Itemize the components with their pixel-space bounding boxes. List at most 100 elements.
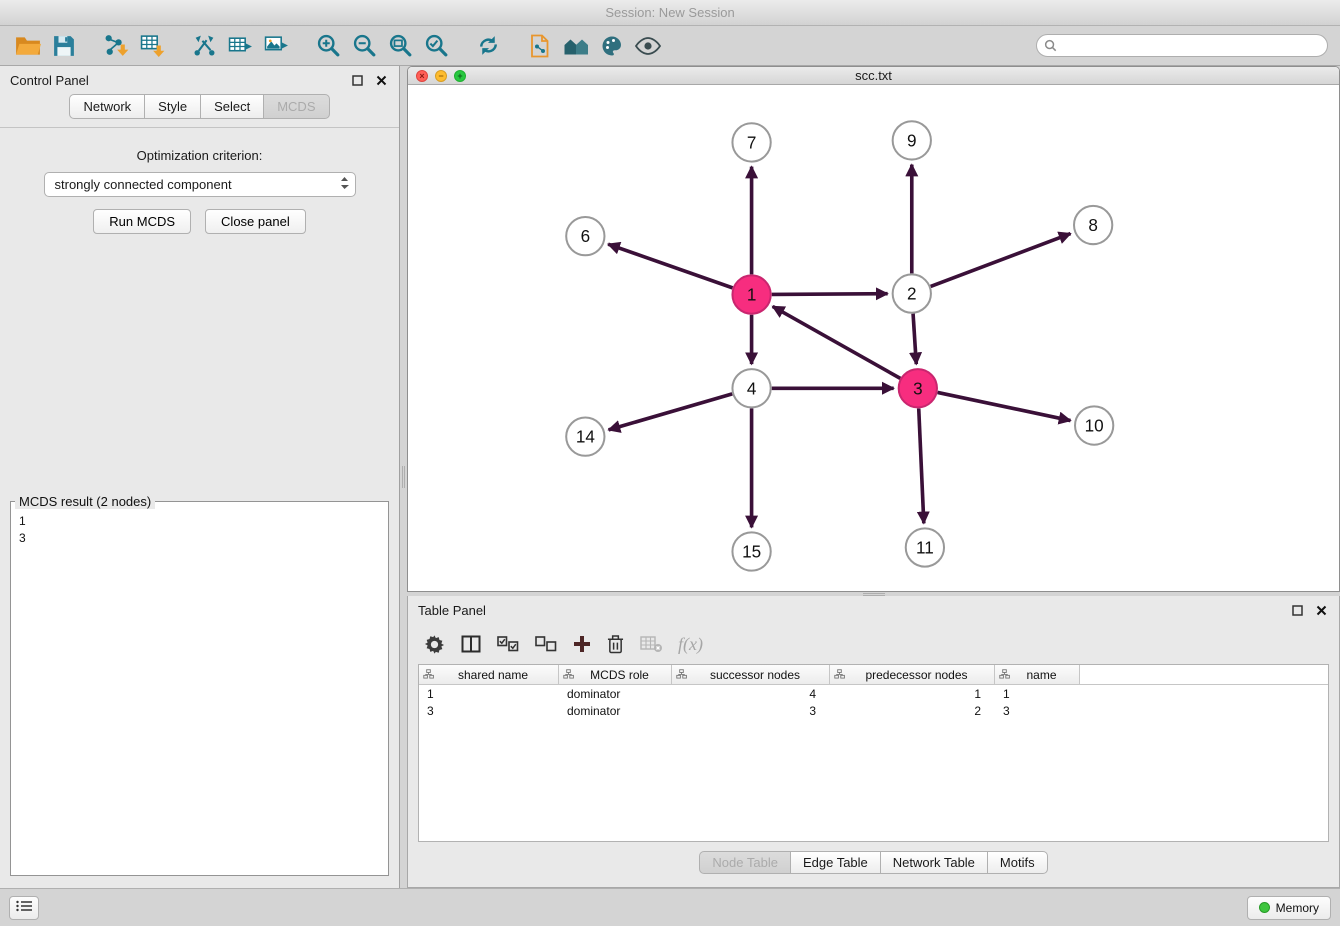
optimization-dropdown[interactable]: strongly connected component: [44, 172, 356, 197]
export-image-icon[interactable]: [260, 30, 292, 62]
deselect-all-icon[interactable]: [535, 636, 557, 652]
run-mcds-button[interactable]: Run MCDS: [93, 209, 191, 234]
column-header-shared-name[interactable]: shared name: [419, 665, 559, 684]
node-10[interactable]: 10: [1075, 407, 1113, 445]
import-network-icon[interactable]: [100, 30, 132, 62]
network-graph[interactable]: 7 9 6 8 1 2 4 3 14 10 15 11: [408, 85, 1339, 591]
window-title: Session: New Session: [605, 5, 734, 20]
first-neighbors-icon[interactable]: [524, 30, 556, 62]
tab-edge-table[interactable]: Edge Table: [790, 851, 880, 874]
zoom-in-icon[interactable]: [312, 30, 344, 62]
network-window-titlebar[interactable]: × − + scc.txt: [408, 67, 1339, 85]
style-paint-icon[interactable]: [596, 30, 628, 62]
add-column-icon[interactable]: [573, 635, 591, 653]
toolbar-icon-groups: [12, 30, 684, 62]
tab-motifs[interactable]: Motifs: [987, 851, 1048, 874]
node-7[interactable]: 7: [732, 123, 770, 161]
close-window-icon[interactable]: ×: [416, 70, 428, 82]
node-label: 7: [747, 134, 757, 153]
node-2[interactable]: 2: [893, 275, 931, 313]
network-canvas[interactable]: 7 9 6 8 1 2 4 3 14 10 15 11: [408, 85, 1339, 591]
mcds-result-box: MCDS result (2 nodes) 1 3: [10, 494, 389, 876]
tab-node-table[interactable]: Node Table: [699, 851, 790, 874]
delete-table-icon[interactable]: [640, 635, 662, 653]
search-input[interactable]: [1036, 34, 1328, 57]
tab-select[interactable]: Select: [200, 94, 263, 119]
maximize-window-icon[interactable]: +: [454, 70, 466, 82]
float-table-panel-icon[interactable]: [1289, 602, 1305, 618]
toolbar-group: [188, 30, 292, 62]
import-table-icon[interactable]: [136, 30, 168, 62]
edge-2-8[interactable]: [931, 234, 1071, 287]
new-table-icon[interactable]: [224, 30, 256, 62]
delete-column-icon[interactable]: [607, 634, 624, 654]
edge-1-6[interactable]: [608, 244, 732, 288]
column-header-mcds-role[interactable]: MCDS role: [559, 665, 672, 684]
vertical-splitter[interactable]: [400, 66, 407, 888]
float-panel-icon[interactable]: [349, 72, 365, 88]
edge-3-10[interactable]: [938, 393, 1071, 421]
control-panel: Control Panel NetworkStyleSelectMCDS Opt…: [0, 66, 400, 888]
table-panel: Table Panel f(x) shared name MCDS role suc…: [407, 596, 1340, 888]
edge-2-3[interactable]: [913, 314, 916, 364]
window-titlebar[interactable]: Session: New Session: [0, 0, 1340, 26]
select-all-icon[interactable]: [497, 636, 519, 652]
table-row[interactable]: 3dominator323: [419, 702, 1328, 719]
close-panel-icon[interactable]: [373, 72, 389, 88]
table-tabs: Node TableEdge TableNetwork TableMotifs: [408, 851, 1339, 874]
control-panel-header: Control Panel: [0, 66, 399, 94]
show-hide-icon[interactable]: [632, 30, 664, 62]
memory-button[interactable]: Memory: [1247, 896, 1331, 920]
tab-style[interactable]: Style: [144, 94, 200, 119]
mcds-result-text[interactable]: 1 3: [11, 509, 388, 875]
task-history-button[interactable]: [9, 896, 39, 920]
node-9[interactable]: 9: [893, 121, 931, 159]
column-header-name[interactable]: name: [995, 665, 1080, 684]
toolbar-group: [472, 30, 504, 62]
close-table-panel-icon[interactable]: [1313, 602, 1329, 618]
node-4[interactable]: 4: [732, 369, 770, 407]
column-group-icon: [563, 668, 574, 682]
list-icon: [16, 900, 32, 915]
column-group-icon: [999, 668, 1010, 682]
node-label: 4: [747, 380, 757, 399]
node-11[interactable]: 11: [906, 529, 944, 567]
minimize-window-icon[interactable]: −: [435, 70, 447, 82]
column-header-label: MCDS role: [574, 668, 671, 682]
edge-1-2[interactable]: [772, 294, 888, 295]
tab-mcds[interactable]: MCDS: [263, 94, 329, 119]
node-14[interactable]: 14: [566, 418, 604, 456]
table-panel-title: Table Panel: [418, 603, 486, 618]
column-layout-icon[interactable]: [461, 634, 481, 654]
zoom-selected-icon[interactable]: [420, 30, 452, 62]
dropdown-stepper-icon: [340, 176, 349, 193]
node-3[interactable]: 3: [899, 369, 937, 407]
column-group-icon: [834, 668, 845, 682]
node-1[interactable]: 1: [732, 276, 770, 314]
edge-4-14[interactable]: [609, 394, 733, 430]
status-bar: Memory: [0, 888, 1340, 926]
edge-3-1[interactable]: [773, 307, 901, 379]
refresh-layout-icon[interactable]: [472, 30, 504, 62]
node-label: 8: [1088, 216, 1098, 235]
zoom-fit-icon[interactable]: [384, 30, 416, 62]
save-session-icon[interactable]: [48, 30, 80, 62]
close-panel-button[interactable]: Close panel: [205, 209, 306, 234]
tab-network[interactable]: Network: [69, 94, 144, 119]
function-builder-icon[interactable]: f(x): [678, 634, 703, 655]
node-15[interactable]: 15: [732, 533, 770, 571]
column-header-predecessor-nodes[interactable]: predecessor nodes: [830, 665, 995, 684]
new-network-icon[interactable]: [188, 30, 220, 62]
open-file-icon[interactable]: [12, 30, 44, 62]
column-header-successor-nodes[interactable]: successor nodes: [672, 665, 830, 684]
node-label: 15: [742, 543, 761, 562]
column-header-label: successor nodes: [687, 668, 829, 682]
table-row[interactable]: 1dominator411: [419, 685, 1328, 702]
node-8[interactable]: 8: [1074, 206, 1112, 244]
node-6[interactable]: 6: [566, 217, 604, 255]
home-icon[interactable]: [560, 30, 592, 62]
zoom-out-icon[interactable]: [348, 30, 380, 62]
settings-gear-icon[interactable]: [424, 634, 445, 655]
edge-3-11[interactable]: [919, 409, 924, 524]
tab-network-table[interactable]: Network Table: [880, 851, 987, 874]
